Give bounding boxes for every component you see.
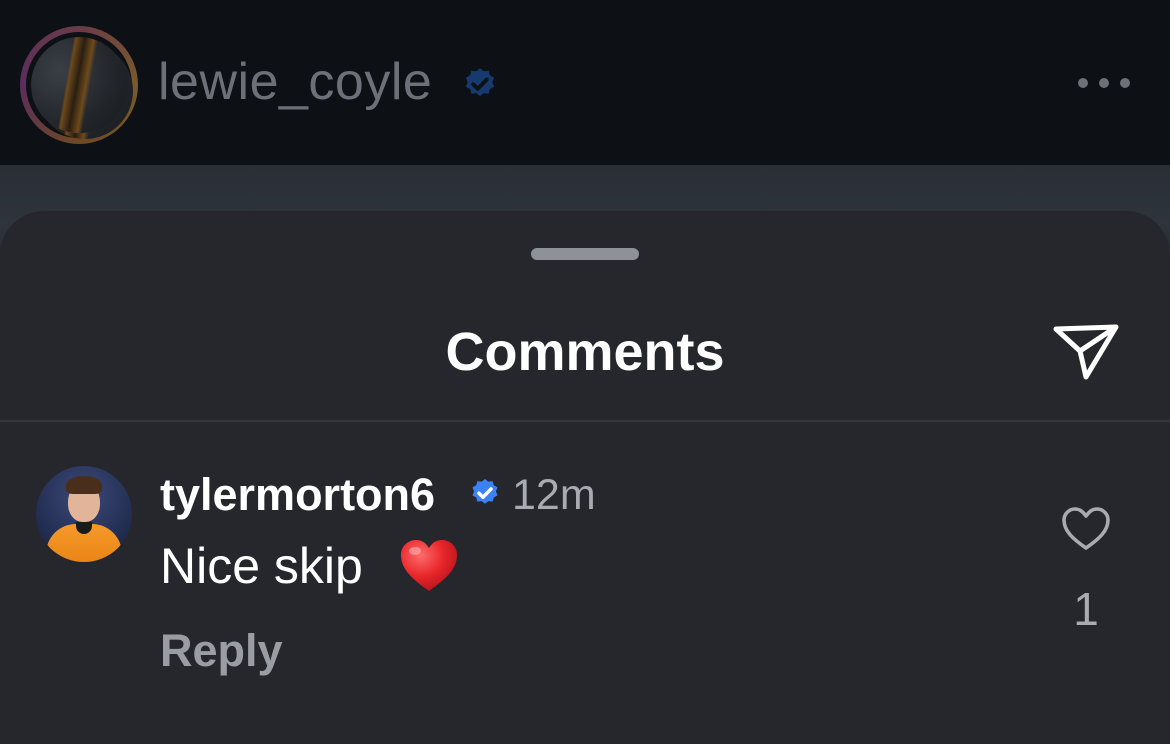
share-icon[interactable] — [1050, 321, 1122, 383]
comment-timestamp: 12m — [512, 471, 596, 519]
instagram-post-view: lewie_coyle Comments tylermorton6 12m Ni… — [0, 0, 1170, 744]
reply-button[interactable]: Reply — [160, 623, 283, 679]
more-icon[interactable] — [1078, 76, 1130, 90]
header-divider — [0, 420, 1170, 422]
sheet-grabber-handle[interactable] — [531, 248, 639, 260]
verified-badge-icon — [465, 68, 495, 97]
like-heart-icon[interactable] — [1060, 506, 1112, 552]
comments-sheet: Comments tylermorton6 12m Nice skip Repl… — [0, 211, 1170, 744]
verified-badge-icon — [472, 479, 498, 504]
post-author-photo — [31, 37, 127, 133]
heart-emoji — [401, 540, 457, 591]
commenter-avatar[interactable] — [36, 466, 132, 562]
sheet-title: Comments — [445, 322, 725, 382]
comment-text: Nice skip — [160, 538, 363, 594]
post-author-username[interactable]: lewie_coyle — [158, 50, 432, 114]
post-author-avatar[interactable] — [20, 26, 138, 144]
post-header: lewie_coyle — [0, 0, 1170, 165]
like-count: 1 — [1073, 583, 1099, 635]
commenter-username[interactable]: tylermorton6 — [160, 467, 435, 523]
